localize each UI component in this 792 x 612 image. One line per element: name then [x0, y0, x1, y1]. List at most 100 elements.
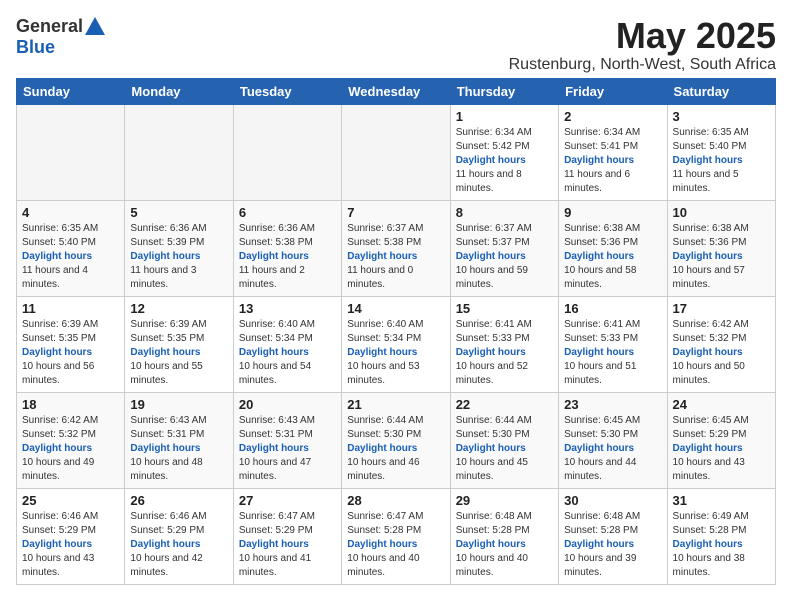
calendar-cell: 31 Sunrise: 6:49 AMSunset: 5:28 PMDayligh…	[667, 488, 775, 584]
calendar-header-tuesday: Tuesday	[233, 78, 341, 104]
calendar-cell: 14 Sunrise: 6:40 AMSunset: 5:34 PMDayligh…	[342, 296, 450, 392]
day-number: 23	[564, 397, 661, 412]
day-info: Sunrise: 6:46 AMSunset: 5:29 PMDaylight …	[22, 510, 119, 580]
calendar-cell: 3 Sunrise: 6:35 AMSunset: 5:40 PMDaylight…	[667, 104, 775, 200]
day-number: 26	[130, 493, 227, 508]
day-number: 2	[564, 109, 661, 124]
calendar-cell: 7Sunrise: 6:37 AMSunset: 5:38 PMDaylight…	[342, 200, 450, 296]
day-info: Sunrise: 6:36 AMSunset: 5:39 PMDaylight …	[130, 222, 227, 292]
day-number: 7	[347, 205, 444, 220]
calendar-table: SundayMondayTuesdayWednesdayThursdayFrid…	[16, 78, 776, 585]
calendar-cell: 22 Sunrise: 6:44 AMSunset: 5:30 PMDayligh…	[450, 392, 558, 488]
calendar-cell	[125, 104, 233, 200]
calendar-header-friday: Friday	[559, 78, 667, 104]
day-number: 17	[673, 301, 770, 316]
day-info: Sunrise: 6:47 AMSunset: 5:28 PMDaylight …	[347, 510, 444, 580]
day-info: Sunrise: 6:46 AMSunset: 5:29 PMDaylight …	[130, 510, 227, 580]
calendar-cell: 10Sunrise: 6:38 AMSunset: 5:36 PMDayligh…	[667, 200, 775, 296]
calendar-cell	[17, 104, 125, 200]
calendar-cell: 11Sunrise: 6:39 AMSunset: 5:35 PMDayligh…	[17, 296, 125, 392]
day-info: Sunrise: 6:35 AMSunset: 5:40 PMDaylight …	[673, 126, 770, 196]
day-number: 22	[456, 397, 553, 412]
logo-triangle-icon	[85, 17, 105, 35]
day-info: Sunrise: 6:34 AMSunset: 5:42 PMDaylight …	[456, 126, 553, 196]
day-number: 31	[673, 493, 770, 508]
calendar-cell: 6Sunrise: 6:36 AMSunset: 5:38 PMDaylight…	[233, 200, 341, 296]
calendar-cell: 27Sunrise: 6:47 AMSunset: 5:29 PMDayligh…	[233, 488, 341, 584]
day-number: 24	[673, 397, 770, 412]
day-info: Sunrise: 6:37 AMSunset: 5:37 PMDaylight …	[456, 222, 553, 292]
calendar-cell: 30 Sunrise: 6:48 AMSunset: 5:28 PMDayligh…	[559, 488, 667, 584]
calendar-header-monday: Monday	[125, 78, 233, 104]
day-number: 10	[673, 205, 770, 220]
calendar-cell: 21 Sunrise: 6:44 AMSunset: 5:30 PMDayligh…	[342, 392, 450, 488]
title-section: May 2025 Rustenburg, North-West, South A…	[509, 16, 776, 74]
day-number: 4	[22, 205, 119, 220]
location-title: Rustenburg, North-West, South Africa	[509, 56, 776, 74]
day-info: Sunrise: 6:43 AMSunset: 5:31 PMDaylight …	[239, 414, 336, 484]
calendar-header-sunday: Sunday	[17, 78, 125, 104]
day-number: 1	[456, 109, 553, 124]
day-number: 21	[347, 397, 444, 412]
day-number: 30	[564, 493, 661, 508]
calendar-cell	[233, 104, 341, 200]
day-info: Sunrise: 6:40 AMSunset: 5:34 PMDaylight …	[347, 318, 444, 388]
calendar-cell: 2 Sunrise: 6:34 AMSunset: 5:41 PMDaylight…	[559, 104, 667, 200]
day-number: 19	[130, 397, 227, 412]
calendar-cell: 9Sunrise: 6:38 AMSunset: 5:36 PMDaylight…	[559, 200, 667, 296]
day-number: 29	[456, 493, 553, 508]
day-info: Sunrise: 6:48 AMSunset: 5:28 PMDaylight …	[564, 510, 661, 580]
calendar-cell: 17 Sunrise: 6:42 AMSunset: 5:32 PMDayligh…	[667, 296, 775, 392]
calendar-week-row: 11 Sunrise: 6:39 AMSunset: 5:35 PMDayligh…	[17, 296, 776, 392]
day-info: Sunrise: 6:42 AMSunset: 5:32 PMDaylight …	[673, 318, 770, 388]
calendar-cell	[342, 104, 450, 200]
day-number: 16	[564, 301, 661, 316]
calendar-week-row: 18Sunrise: 6:42 AMSunset: 5:32 PMDayligh…	[17, 392, 776, 488]
calendar-cell: 16Sunrise: 6:41 AMSunset: 5:33 PMDayligh…	[559, 296, 667, 392]
page-header: General Blue May 2025 Rustenburg, North-…	[16, 16, 776, 74]
day-number: 3	[673, 109, 770, 124]
day-number: 25	[22, 493, 119, 508]
day-info: Sunrise: 6:48 AMSunset: 5:28 PMDaylight …	[456, 510, 553, 580]
day-info: Sunrise: 6:39 AMSunset: 5:35 PMDaylight …	[130, 318, 227, 388]
calendar-header-saturday: Saturday	[667, 78, 775, 104]
calendar-cell: 5 Sunrise: 6:36 AMSunset: 5:39 PMDaylight…	[125, 200, 233, 296]
day-number: 15	[456, 301, 553, 316]
calendar-cell: 25 Sunrise: 6:46 AMSunset: 5:29 PMDayligh…	[17, 488, 125, 584]
day-number: 28	[347, 493, 444, 508]
logo-general-text: General	[16, 16, 83, 37]
day-info: Sunrise: 6:44 AMSunset: 5:30 PMDaylight …	[456, 414, 553, 484]
calendar-header-thursday: Thursday	[450, 78, 558, 104]
day-info: Sunrise: 6:49 AMSunset: 5:28 PMDaylight …	[673, 510, 770, 580]
calendar-cell: 8 Sunrise: 6:37 AMSunset: 5:37 PMDaylight…	[450, 200, 558, 296]
calendar-week-row: 4Sunrise: 6:35 AMSunset: 5:40 PMDaylight…	[17, 200, 776, 296]
day-number: 11	[22, 301, 119, 316]
logo-blue-text: Blue	[16, 37, 55, 58]
day-number: 12	[130, 301, 227, 316]
day-number: 13	[239, 301, 336, 316]
day-info: Sunrise: 6:41 AMSunset: 5:33 PMDaylight …	[456, 318, 553, 388]
day-number: 20	[239, 397, 336, 412]
day-number: 8	[456, 205, 553, 220]
calendar-cell: 12 Sunrise: 6:39 AMSunset: 5:35 PMDayligh…	[125, 296, 233, 392]
day-info: Sunrise: 6:45 AMSunset: 5:29 PMDaylight …	[673, 414, 770, 484]
calendar-cell: 29 Sunrise: 6:48 AMSunset: 5:28 PMDayligh…	[450, 488, 558, 584]
day-info: Sunrise: 6:44 AMSunset: 5:30 PMDaylight …	[347, 414, 444, 484]
day-info: Sunrise: 6:36 AMSunset: 5:38 PMDaylight …	[239, 222, 336, 292]
calendar-cell: 23Sunrise: 6:45 AMSunset: 5:30 PMDayligh…	[559, 392, 667, 488]
calendar-cell: 20 Sunrise: 6:43 AMSunset: 5:31 PMDayligh…	[233, 392, 341, 488]
calendar-week-row: 25 Sunrise: 6:46 AMSunset: 5:29 PMDayligh…	[17, 488, 776, 584]
day-info: Sunrise: 6:34 AMSunset: 5:41 PMDaylight …	[564, 126, 661, 196]
day-number: 27	[239, 493, 336, 508]
month-title: May 2025	[509, 16, 776, 56]
calendar-cell: 13Sunrise: 6:40 AMSunset: 5:34 PMDayligh…	[233, 296, 341, 392]
calendar-cell: 4Sunrise: 6:35 AMSunset: 5:40 PMDaylight…	[17, 200, 125, 296]
page-container: General Blue May 2025 Rustenburg, North-…	[0, 0, 792, 595]
day-number: 9	[564, 205, 661, 220]
calendar-cell: 24 Sunrise: 6:45 AMSunset: 5:29 PMDayligh…	[667, 392, 775, 488]
day-number: 14	[347, 301, 444, 316]
calendar-cell: 15 Sunrise: 6:41 AMSunset: 5:33 PMDayligh…	[450, 296, 558, 392]
day-number: 5	[130, 205, 227, 220]
calendar-header-wednesday: Wednesday	[342, 78, 450, 104]
calendar-cell: 18Sunrise: 6:42 AMSunset: 5:32 PMDayligh…	[17, 392, 125, 488]
